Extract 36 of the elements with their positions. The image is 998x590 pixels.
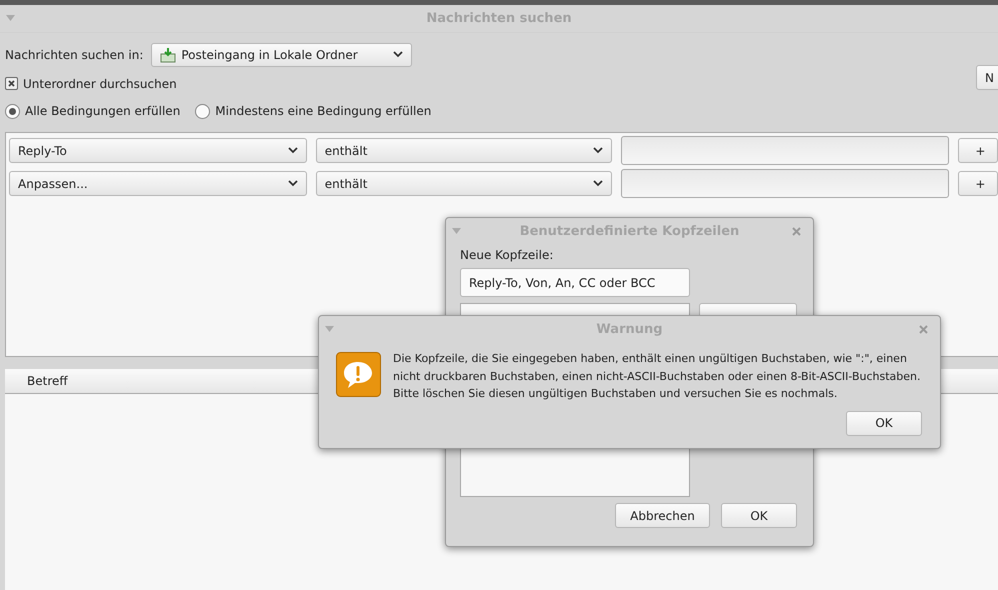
close-icon[interactable] [919, 325, 928, 334]
radio-button[interactable] [195, 104, 210, 118]
cross-mark-icon [8, 80, 15, 87]
window-menu-icon[interactable] [6, 15, 15, 21]
chevron-down-icon [593, 147, 604, 154]
header-dropdown[interactable]: Anpassen... [9, 171, 307, 196]
dialog-button[interactable]: Abbrechen [615, 503, 710, 528]
window-menu-icon[interactable] [325, 326, 334, 332]
warning-message: Die Kopfzeile, die Sie eingegeben haben, enthält einen ungültigen Buchstaben, wie ":", einen nicht druckbaren Buchstaben, einen nicht-ASCII-Buchstaben oder einen 8-Bit-ASCII-Buchstaben. Bitte löschen Sie diesen ungültigen Buchstaben und versuchen Sie es nochmals. [393, 351, 922, 402]
header-label: Neue Kopfzeile: [460, 248, 554, 262]
checkbox[interactable] [5, 77, 18, 90]
add-button[interactable]: + [958, 171, 998, 196]
value-field[interactable] [621, 169, 950, 198]
ok-button[interactable]: OK [846, 410, 922, 436]
operator-dropdown[interactable]: enthält [316, 138, 612, 163]
chevron-down-icon [393, 51, 404, 58]
header-dropdown[interactable]: Reply-To [9, 138, 307, 163]
chevron-down-icon [593, 180, 604, 187]
operator-dropdown[interactable]: enthält [316, 171, 612, 196]
chevron-down-icon [288, 147, 298, 154]
radio-label: Alle Bedingungen erfüllen [25, 104, 180, 118]
inbox-icon [160, 46, 176, 62]
side-button[interactable]: N [976, 65, 998, 90]
header-field[interactable]: Reply-To, Von, An, CC oder BCC [460, 268, 690, 297]
folder-dropdown[interactable]: Posteingang in Lokale Ordner [151, 42, 412, 66]
radio-button[interactable] [5, 104, 20, 118]
value-field[interactable] [621, 136, 950, 165]
window-menu-icon[interactable] [452, 228, 461, 234]
chevron-down-icon [288, 180, 298, 187]
add-button[interactable]: + [958, 138, 998, 163]
checkbox-label: Unterordner durchsuchen [23, 76, 177, 90]
dialog-button[interactable]: OK [721, 503, 797, 528]
close-icon[interactable] [792, 227, 801, 236]
radio-label: Mindestens eine Bedingung erfüllen [215, 104, 432, 118]
search-in-label: Nachrichten suchen in: [5, 48, 144, 62]
warning-icon [336, 352, 381, 397]
